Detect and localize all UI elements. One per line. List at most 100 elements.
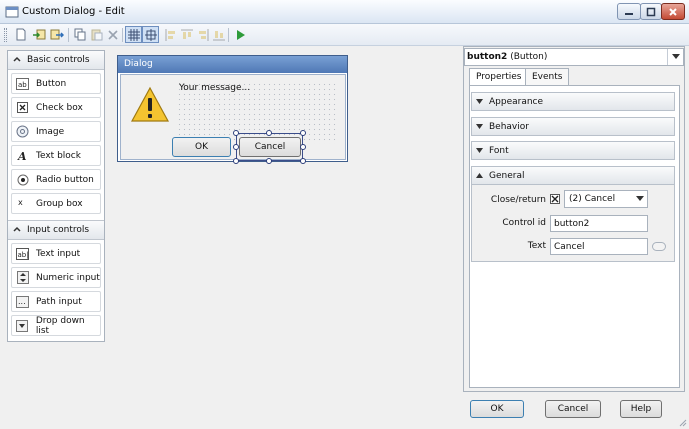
path-input-icon: ... — [16, 295, 29, 308]
minimize-button[interactable] — [617, 3, 641, 20]
toolbox-item-group-box[interactable]: x Group box — [11, 193, 101, 214]
toolbox-item-image[interactable]: Image — [11, 121, 101, 142]
resize-handle[interactable] — [233, 144, 239, 150]
run-icon[interactable] — [231, 26, 248, 43]
numeric-input-icon — [16, 271, 29, 284]
resize-handle[interactable] — [233, 158, 239, 164]
new-icon[interactable] — [12, 26, 29, 43]
resize-handle[interactable] — [300, 158, 306, 164]
toolbox-item-text-block[interactable]: A Text block — [11, 145, 101, 166]
tab-events[interactable]: Events — [525, 68, 570, 85]
group-behavior[interactable]: Behavior — [471, 117, 675, 136]
chevron-down-icon — [667, 49, 683, 65]
group-appearance[interactable]: Appearance — [471, 92, 675, 111]
object-selector[interactable]: button2 (Button) — [464, 48, 684, 66]
close-return-label: Close/return — [490, 195, 546, 205]
resize-handle[interactable] — [266, 130, 272, 136]
help-button[interactable]: Help — [620, 400, 662, 418]
delete-icon[interactable] — [104, 26, 121, 43]
chevron-up-icon — [13, 226, 21, 232]
close-icon — [669, 7, 677, 16]
maximize-button[interactable] — [640, 3, 662, 20]
toolbox-item-label: Drop down list — [35, 315, 85, 336]
close-button[interactable] — [661, 3, 685, 20]
collapse-arrow-icon — [472, 173, 486, 178]
chevron-down-icon — [633, 191, 647, 207]
toolbox-item-path-input[interactable]: ... Path input — [11, 291, 101, 312]
svg-text:...: ... — [18, 297, 26, 306]
toolbox-item-label: Text input — [36, 248, 81, 259]
basic-controls-title: Basic controls — [27, 55, 90, 65]
toolbox-item-text-input[interactable]: ab| Text input — [11, 243, 101, 264]
resize-handle[interactable] — [300, 144, 306, 150]
input-controls-header[interactable]: Input controls — [8, 221, 104, 240]
group-font[interactable]: Font — [471, 141, 675, 160]
text-field[interactable]: Cancel — [550, 238, 648, 255]
dropdown-icon — [16, 319, 29, 332]
align-right-icon[interactable] — [194, 26, 211, 43]
toolbox-item-label: Path input — [36, 296, 82, 307]
cancel-button[interactable]: Cancel — [545, 400, 601, 418]
toolbox-item-label: Image — [36, 126, 65, 137]
copy-icon[interactable] — [72, 26, 89, 43]
toolbox-item-label: Button — [36, 78, 67, 89]
svg-text:x: x — [18, 198, 23, 207]
resize-grip-icon[interactable] — [677, 417, 687, 427]
close-return-checkbox[interactable] — [550, 194, 560, 204]
toolbox-item-checkbox[interactable]: Check box — [11, 97, 101, 118]
chevron-up-icon — [13, 56, 21, 62]
toolbox-item-label: Group box — [36, 198, 83, 209]
resize-handle[interactable] — [300, 130, 306, 136]
warning-icon[interactable] — [130, 85, 170, 125]
input-controls-title: Input controls — [27, 225, 90, 235]
dialog-message[interactable]: Your message... — [179, 83, 250, 93]
resize-handle[interactable] — [233, 130, 239, 136]
ok-button[interactable]: OK — [470, 400, 524, 418]
toolbox-item-button[interactable]: ab Button — [11, 73, 101, 94]
maximize-icon — [646, 7, 656, 16]
export-icon[interactable] — [48, 26, 65, 43]
toolbar-separator — [68, 28, 69, 42]
dialog-ok-button[interactable]: OK — [172, 137, 231, 157]
text-block-icon: A — [16, 149, 29, 162]
toolbox-item-label: Radio button — [36, 174, 94, 185]
toolbar-grip[interactable] — [4, 28, 7, 42]
toolbox-item-label: Numeric input — [36, 272, 100, 283]
toolbox-item-numeric-input[interactable]: Numeric input — [11, 267, 101, 288]
toolbox-item-drop-down-list[interactable]: Drop down list — [11, 315, 101, 336]
minimize-icon — [625, 12, 633, 15]
radio-icon — [16, 173, 29, 186]
tab-properties[interactable]: Properties — [469, 68, 529, 86]
toolbox-item-radio-button[interactable]: Radio button — [11, 169, 101, 190]
align-bottom-icon[interactable] — [210, 26, 227, 43]
image-icon — [16, 125, 29, 138]
toolbar-separator — [122, 28, 123, 42]
basic-controls-header[interactable]: Basic controls — [8, 51, 104, 70]
close-return-value: (2) Cancel — [569, 194, 616, 204]
dialog-cancel-button[interactable]: Cancel — [239, 137, 301, 157]
align-left-icon[interactable] — [162, 26, 179, 43]
expand-arrow-icon — [472, 148, 486, 153]
group-label: General — [489, 170, 525, 181]
expand-arrow-icon — [472, 124, 486, 129]
toolbox-panel: Basic controls ab Button Check box Image… — [7, 50, 105, 342]
group-general[interactable]: General — [471, 166, 675, 185]
svg-text:ab|: ab| — [18, 251, 29, 259]
close-return-combo[interactable]: (2) Cancel — [564, 190, 648, 208]
svg-text:ab: ab — [18, 81, 27, 89]
object-type: (Button) — [510, 52, 548, 62]
dialog-title: Dialog — [118, 56, 347, 73]
grid-icon[interactable] — [125, 26, 142, 43]
paste-icon[interactable] — [88, 26, 105, 43]
toolbar — [0, 24, 689, 46]
control-id-field[interactable]: button2 — [550, 215, 648, 232]
group-box-icon: x — [16, 197, 29, 210]
resize-handle[interactable] — [266, 158, 272, 164]
toolbar-separator — [228, 28, 229, 42]
import-icon[interactable] — [30, 26, 47, 43]
dialog-preview[interactable]: Dialog Your message... OK Cancel — [117, 55, 348, 164]
button-icon: ab — [16, 77, 29, 90]
align-top-icon[interactable] — [178, 26, 195, 43]
snap-icon[interactable] — [142, 26, 159, 43]
localize-toggle[interactable] — [652, 242, 666, 251]
